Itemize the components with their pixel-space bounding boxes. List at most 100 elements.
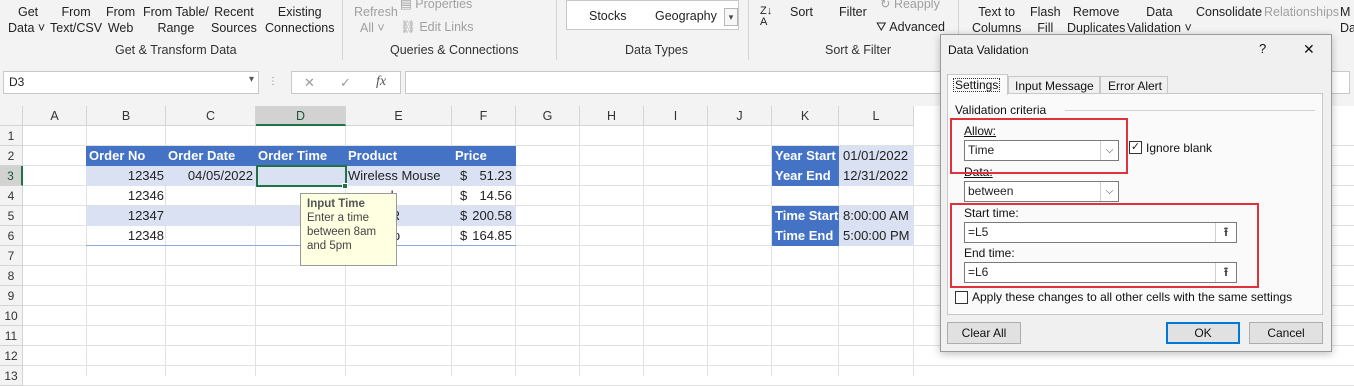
table-header-order-time[interactable]: Order Time: [256, 146, 346, 166]
apply-all-checkbox[interactable]: [955, 291, 968, 304]
tooltip-line: between 8am: [307, 226, 377, 238]
refresh-all-button[interactable]: Refresh All ˅: [354, 4, 398, 36]
consolidate-button[interactable]: Consolidate: [1196, 4, 1262, 20]
edit-links-label: Edit Links: [419, 20, 474, 34]
price-cell[interactable]: 164.85: [466, 226, 512, 246]
price-cell[interactable]: 51.23: [470, 166, 512, 186]
year-end-value[interactable]: 12/31/2022: [839, 166, 914, 186]
get-data-label-1: Get: [18, 5, 39, 19]
ok-button[interactable]: OK: [1166, 322, 1240, 344]
name-box-dropdown-icon[interactable]: ▾: [249, 74, 254, 85]
column-header[interactable]: K: [772, 106, 839, 126]
order-no-cell[interactable]: 12346: [86, 186, 164, 206]
order-date-cell[interactable]: 04/05/2022: [166, 166, 253, 186]
fill-handle[interactable]: [342, 183, 348, 189]
column-header[interactable]: J: [708, 106, 772, 126]
tab-settings[interactable]: Settings: [947, 74, 1008, 95]
order-no-cell[interactable]: 12347: [86, 206, 164, 226]
row-header[interactable]: 12: [0, 346, 23, 366]
from-web-button[interactable]: From Web: [106, 4, 135, 36]
column-header[interactable]: G: [516, 106, 580, 126]
row-header[interactable]: 11: [0, 326, 23, 346]
row-header[interactable]: 8: [0, 266, 23, 286]
row-header[interactable]: 3: [0, 166, 23, 186]
table-header-price[interactable]: Price: [452, 146, 516, 166]
properties-icon: ▤: [400, 0, 416, 11]
text-to-columns-button[interactable]: Text to Columns: [972, 4, 1021, 36]
year-start-value[interactable]: 01/01/2022: [839, 146, 914, 166]
gallery-more-icon[interactable]: ▾: [724, 8, 738, 26]
data-validation-button[interactable]: Data Validation ˅: [1127, 4, 1192, 36]
row-header[interactable]: 5: [0, 206, 23, 226]
row-header[interactable]: 6: [0, 226, 23, 246]
from-text-csv-button[interactable]: From Text/CSV: [50, 4, 102, 36]
row-header[interactable]: 7: [0, 246, 23, 266]
row-header[interactable]: 1: [0, 126, 23, 146]
active-cell-selection[interactable]: [256, 165, 347, 187]
tab-error-alert[interactable]: Error Alert: [1100, 76, 1168, 94]
column-header[interactable]: H: [580, 106, 644, 126]
select-all-corner[interactable]: [0, 106, 23, 126]
ignore-blank-checkbox[interactable]: ✓: [1129, 141, 1142, 154]
column-header[interactable]: L: [839, 106, 914, 126]
table-header-order-no[interactable]: Order No: [86, 146, 166, 166]
geography-button[interactable]: Geography: [655, 8, 717, 24]
data-select[interactable]: between ⌵: [964, 181, 1119, 202]
remove-duplicates-button[interactable]: Remove Duplicates: [1067, 4, 1125, 36]
cancel-button[interactable]: Cancel: [1249, 322, 1323, 344]
from-text-csv-label-1: From: [61, 5, 91, 19]
from-table-range-button[interactable]: From Table/Range: [143, 4, 209, 36]
relationships-button[interactable]: Relationships: [1264, 4, 1339, 20]
help-icon[interactable]: ?: [1259, 41, 1266, 56]
properties-button[interactable]: ▤ Properties: [400, 0, 472, 12]
column-header[interactable]: A: [23, 106, 87, 126]
time-start-value[interactable]: 8:00:00 AM: [839, 206, 914, 226]
clear-all-button[interactable]: Clear All: [947, 322, 1021, 344]
name-box[interactable]: D3 ▾: [3, 71, 259, 94]
row-header[interactable]: 4: [0, 186, 23, 206]
column-header[interactable]: I: [644, 106, 708, 126]
price-cell[interactable]: 14.56: [470, 186, 512, 206]
table-header-order-date[interactable]: Order Date: [166, 146, 256, 166]
time-start-label[interactable]: Time Start: [772, 206, 839, 226]
column-header[interactable]: F: [452, 106, 516, 126]
confirm-entry-icon[interactable]: ✓: [340, 75, 351, 91]
year-start-label[interactable]: Year Start: [772, 146, 839, 166]
year-end-label[interactable]: Year End: [772, 166, 839, 186]
reapply-button[interactable]: ↻ Reapply: [880, 0, 940, 12]
flash-fill-button[interactable]: Flash Fill: [1030, 4, 1061, 36]
product-cell[interactable]: Wireless Mouse: [348, 166, 452, 186]
column-header[interactable]: C: [166, 106, 256, 126]
close-icon[interactable]: ✕: [1303, 41, 1315, 58]
data-select-value: between: [968, 184, 1014, 198]
get-data-button[interactable]: Get Data ˅: [8, 4, 45, 36]
ribbon-separator: [556, 0, 557, 60]
stocks-button[interactable]: Stocks: [589, 8, 627, 24]
order-no-cell[interactable]: 12345: [86, 166, 164, 186]
time-end-label[interactable]: Time End: [772, 226, 839, 246]
time-end-value[interactable]: 5:00:00 PM: [839, 226, 914, 246]
column-header[interactable]: D: [256, 106, 346, 126]
manage-data-model-button[interactable]: M Da: [1340, 4, 1354, 36]
cancel-entry-icon[interactable]: ✕: [304, 75, 315, 91]
column-header[interactable]: E: [346, 106, 452, 126]
sort-button[interactable]: Sort: [790, 4, 813, 20]
formula-bar-handle-icon[interactable]: ⋮: [268, 76, 278, 87]
row-header[interactable]: 9: [0, 286, 23, 306]
column-header[interactable]: B: [87, 106, 166, 126]
tab-input-message[interactable]: Input Message: [1008, 76, 1100, 94]
sort-az-icon[interactable]: Z↓ A: [760, 6, 772, 28]
advanced-button[interactable]: ⛛ Advanced: [876, 19, 945, 35]
filter-button[interactable]: Filter: [839, 4, 867, 20]
recent-sources-button[interactable]: Recent Sources: [211, 4, 257, 36]
row-header[interactable]: 13: [0, 366, 23, 386]
row-header[interactable]: 2: [0, 146, 23, 166]
row-header[interactable]: 10: [0, 306, 23, 326]
text-to-columns-label-1: Text to: [978, 5, 1016, 19]
table-header-product[interactable]: Product: [346, 146, 452, 166]
existing-connections-button[interactable]: Existing Connections: [265, 4, 335, 36]
price-cell[interactable]: 200.58: [466, 206, 512, 226]
edit-links-button[interactable]: ⛓ Edit Links: [400, 19, 474, 35]
insert-function-icon[interactable]: fx: [376, 74, 386, 90]
order-no-cell[interactable]: 12348: [86, 226, 164, 246]
